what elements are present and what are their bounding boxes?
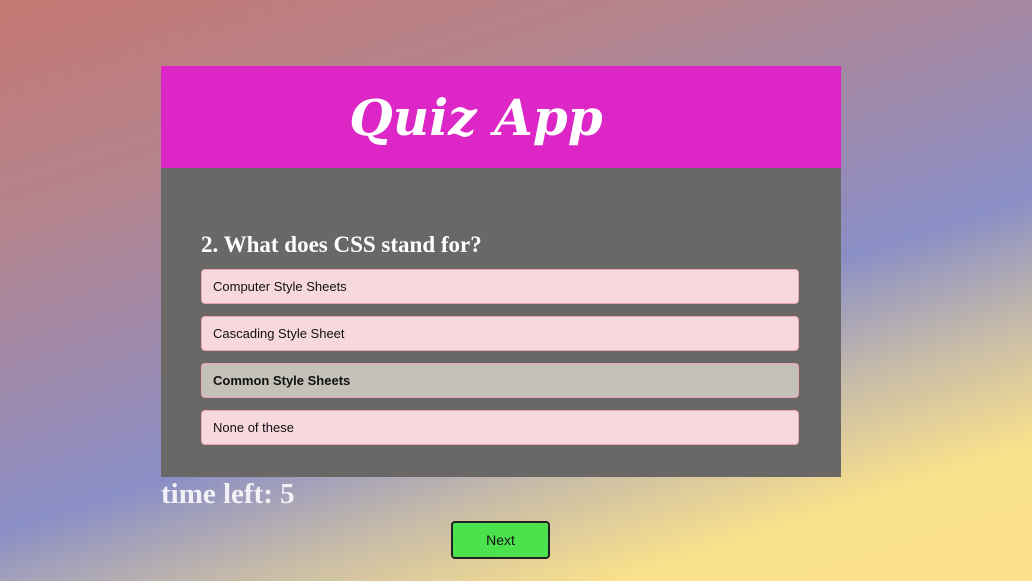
answer-option[interactable]: Cascading Style Sheet bbox=[201, 316, 799, 351]
answer-option-selected[interactable]: Common Style Sheets bbox=[201, 363, 799, 398]
quiz-header: Quiz App bbox=[161, 66, 841, 168]
question-text: 2. What does CSS stand for? bbox=[201, 232, 482, 257]
quiz-card: Quiz App 2. What does CSS stand for? Com… bbox=[161, 66, 841, 477]
time-left: time left: 5 bbox=[161, 478, 295, 510]
answer-option[interactable]: None of these bbox=[201, 410, 799, 445]
answer-option[interactable]: Computer Style Sheets bbox=[201, 269, 799, 304]
next-button[interactable]: Next bbox=[451, 521, 550, 559]
app-title: Quiz App bbox=[349, 87, 603, 147]
